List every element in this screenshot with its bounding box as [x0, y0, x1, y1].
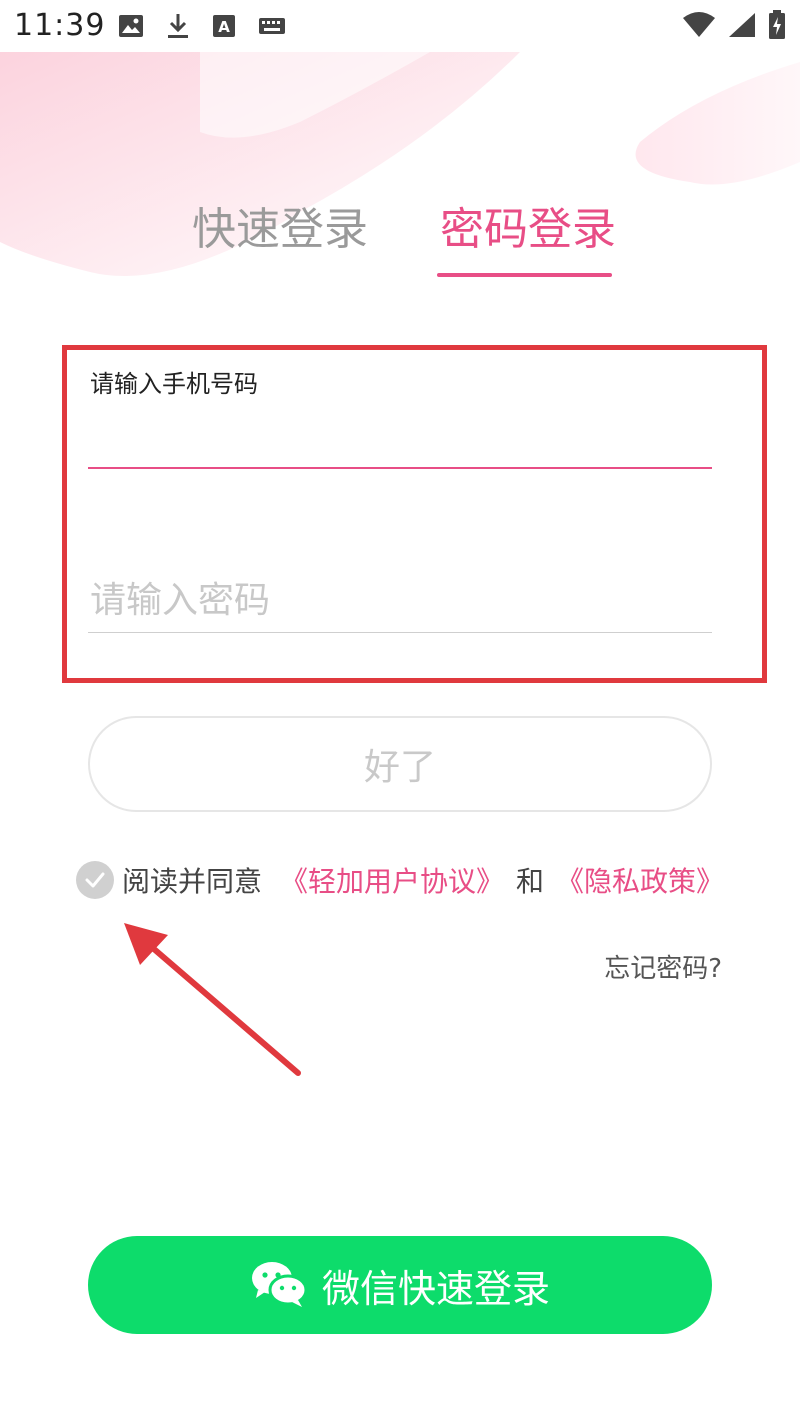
signal-icon: [728, 12, 756, 42]
status-icons-right: [682, 10, 786, 44]
status-time: 11:39: [14, 8, 106, 43]
check-icon: [85, 872, 105, 888]
image-icon: [118, 14, 144, 42]
wifi-icon: [682, 12, 716, 42]
status-icons-left: A: [118, 12, 286, 44]
phone-input[interactable]: [88, 405, 716, 465]
wechat-login-label: 微信快速登录: [321, 1268, 550, 1311]
agreement-checkbox[interactable]: [76, 861, 114, 899]
annotation-arrow-icon: [110, 915, 310, 1089]
user-agreement-link[interactable]: 《轻加用户协议》: [280, 860, 504, 900]
active-tab-indicator: [437, 273, 612, 277]
ok-button[interactable]: 好了: [88, 716, 712, 812]
wechat-icon: [250, 1260, 308, 1311]
keyboard-icon: [258, 17, 286, 39]
wechat-login-button[interactable]: 微信快速登录: [88, 1236, 712, 1334]
svg-text:A: A: [218, 18, 230, 36]
agreement-prefix: 阅读并同意: [122, 865, 263, 898]
font-icon: A: [212, 14, 236, 42]
password-input[interactable]: [88, 570, 716, 630]
battery-charging-icon: [768, 10, 786, 44]
forgot-password-link[interactable]: 忘记密码?: [604, 948, 722, 985]
privacy-policy-link[interactable]: 《隐私政策》: [556, 860, 724, 900]
password-input-underline: [88, 632, 712, 633]
agreement-row: 阅读并同意 《轻加用户协议》 和 《隐私政策》: [76, 858, 724, 902]
status-bar: 11:39 A: [0, 0, 800, 52]
tab-password-login[interactable]: 密码登录: [440, 200, 616, 260]
tab-quick-login[interactable]: 快速登录: [192, 200, 368, 260]
login-tabs: 快速登录 密码登录: [0, 200, 800, 280]
phone-field-label: 请输入手机号码: [90, 370, 258, 398]
download-icon: [166, 12, 190, 44]
phone-input-underline: [88, 467, 712, 469]
agreement-and: 和: [516, 865, 545, 898]
